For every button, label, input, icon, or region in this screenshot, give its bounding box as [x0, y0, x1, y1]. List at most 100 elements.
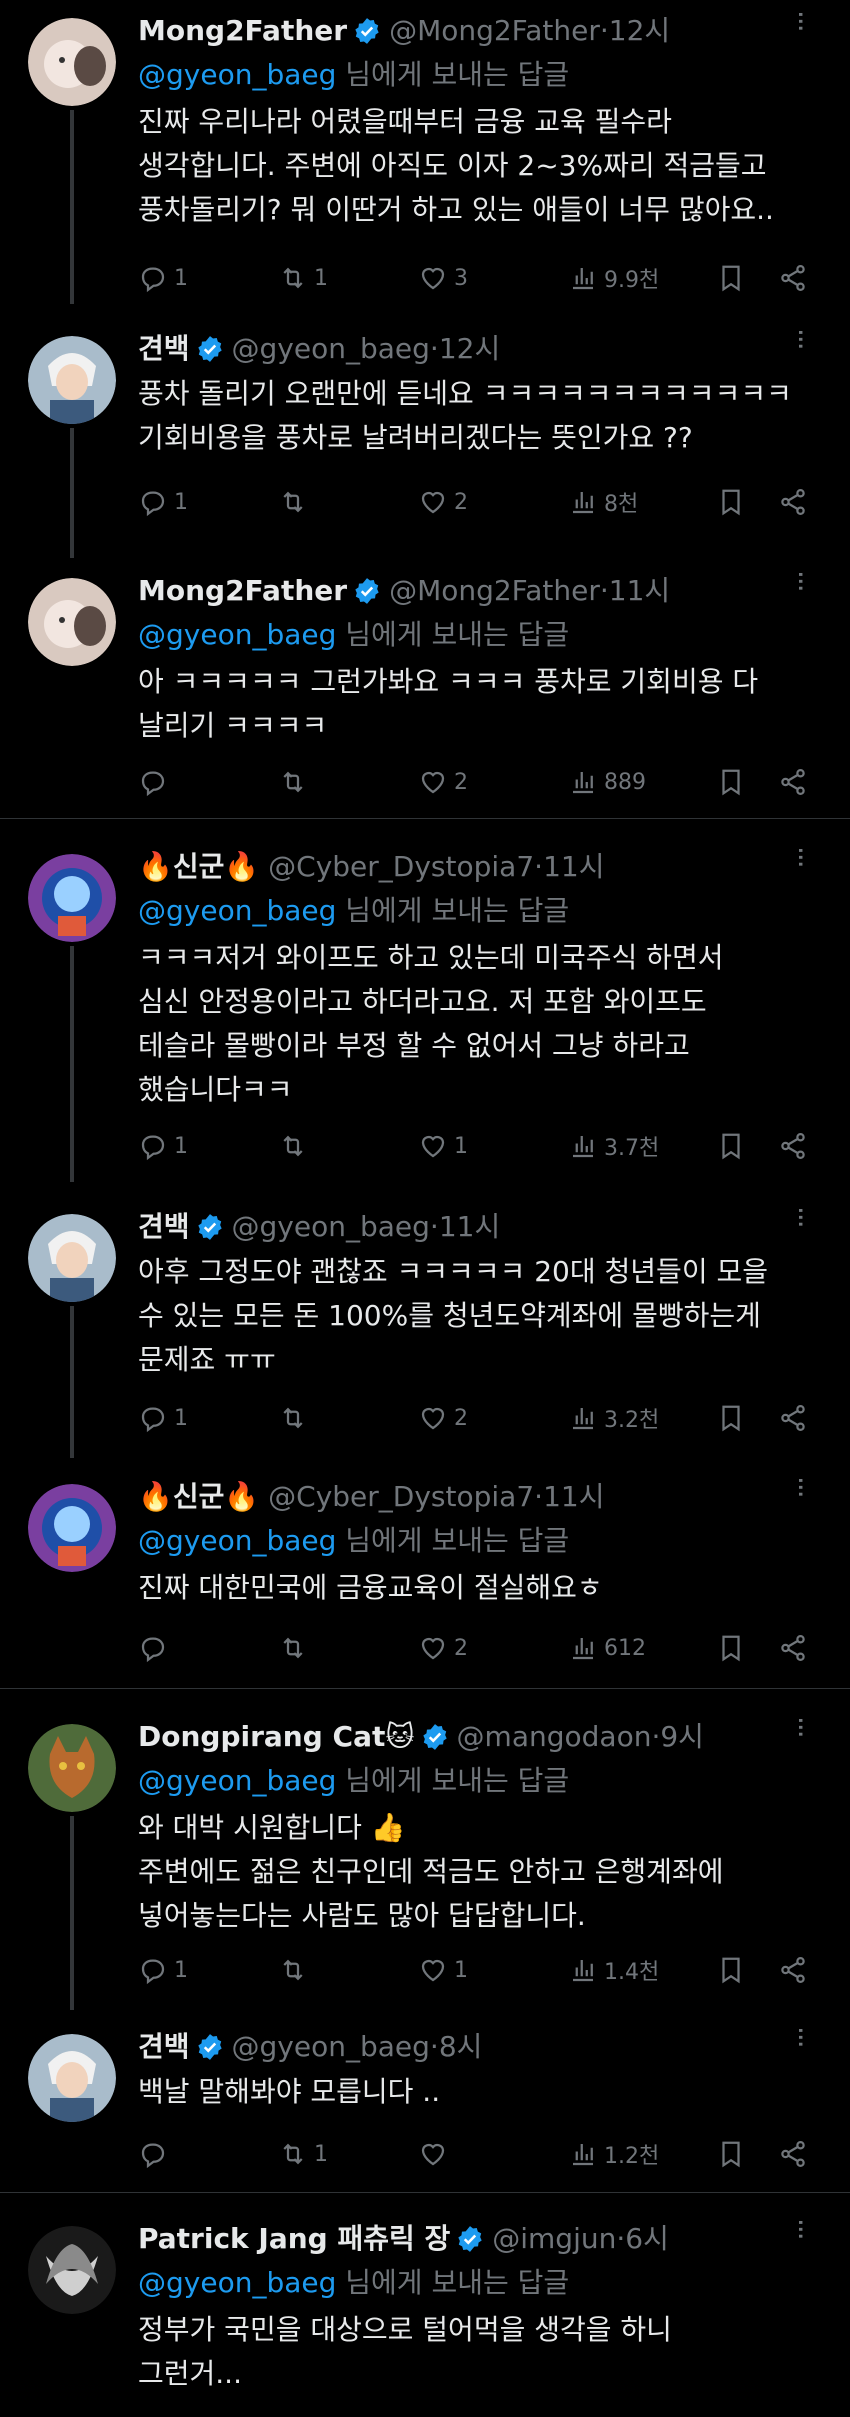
more-icon[interactable]: ··· — [784, 328, 817, 349]
mention-link[interactable]: @gyeon_baeg — [138, 1524, 336, 1557]
avatar[interactable] — [28, 2226, 116, 2314]
timestamp[interactable]: 11시 — [609, 574, 670, 607]
share-button[interactable] — [778, 482, 808, 522]
display-name[interactable]: 🔥신군🔥 — [138, 850, 259, 883]
mention-link[interactable]: @gyeon_baeg — [138, 618, 336, 651]
retweet-button[interactable]: 1 — [278, 2134, 328, 2174]
retweet-button[interactable] — [278, 762, 314, 802]
tweet[interactable]: Patrick Jang 패츄릭 장 @imgjun·6시 ··· @gyeon_… — [0, 2208, 850, 2417]
avatar[interactable] — [28, 18, 116, 106]
timestamp[interactable]: 12시 — [609, 14, 670, 47]
reply-button[interactable]: 1 — [138, 1950, 188, 1990]
bookmark-button[interactable] — [716, 762, 746, 802]
like-button[interactable] — [418, 2134, 454, 2174]
avatar[interactable] — [28, 1484, 116, 1572]
share-button[interactable] — [778, 1398, 808, 1438]
tweet[interactable]: Dongpirang Cat🐱 @mangodaon·9시 ··· @gyeon_… — [0, 1706, 850, 1994]
display-name[interactable]: Dongpirang Cat🐱 — [138, 1720, 415, 1753]
bookmark-button[interactable] — [716, 482, 746, 522]
tweet[interactable]: 🔥신군🔥 @Cyber_Dystopia7·11시 ··· @gyeon_bae… — [0, 836, 850, 1166]
display-name[interactable]: 견백 — [138, 332, 190, 365]
timestamp[interactable]: 11시 — [543, 1480, 604, 1513]
more-icon[interactable]: ··· — [784, 1206, 817, 1227]
handle[interactable]: @gyeon_baeg — [232, 2030, 430, 2063]
reply-button[interactable]: 1 — [138, 1126, 188, 1166]
handle[interactable]: @mangodaon — [457, 1720, 652, 1753]
more-icon[interactable]: ··· — [784, 2026, 817, 2047]
tweet[interactable]: 🔥신군🔥 @Cyber_Dystopia7·11시 ··· @gyeon_bae… — [0, 1442, 850, 1684]
display-name[interactable]: Mong2Father — [138, 574, 347, 607]
handle[interactable]: @gyeon_baeg — [232, 1210, 430, 1243]
like-button[interactable]: 2 — [418, 482, 468, 522]
mention-link[interactable]: @gyeon_baeg — [138, 1764, 336, 1797]
share-button[interactable] — [778, 1628, 808, 1668]
more-icon[interactable]: ··· — [784, 846, 817, 867]
timestamp[interactable]: 9시 — [660, 1720, 704, 1753]
views-button[interactable]: 889 — [568, 762, 646, 802]
bookmark-button[interactable] — [716, 1398, 746, 1438]
avatar[interactable] — [28, 578, 116, 666]
like-button[interactable]: 2 — [418, 1398, 468, 1438]
share-button[interactable] — [778, 1126, 808, 1166]
views-button[interactable]: 8천 — [568, 482, 638, 522]
retweet-button[interactable] — [278, 1628, 314, 1668]
share-button[interactable] — [778, 2134, 808, 2174]
display-name[interactable]: Patrick Jang 패츄릭 장 — [138, 2222, 450, 2255]
handle[interactable]: @imgjun — [492, 2222, 616, 2255]
reply-button[interactable] — [138, 1628, 174, 1668]
tweet[interactable]: 견백 @gyeon_baeg·12시 ··· 풍차 돌리기 오랜만에 듣네요 ㅋㅋ… — [0, 286, 850, 542]
bookmark-button[interactable] — [716, 2134, 746, 2174]
more-icon[interactable]: ··· — [784, 1476, 817, 1497]
mention-link[interactable]: @gyeon_baeg — [138, 894, 336, 927]
avatar[interactable] — [28, 336, 116, 424]
share-button[interactable] — [778, 1950, 808, 1990]
avatar[interactable] — [28, 2034, 116, 2122]
display-name[interactable]: Mong2Father — [138, 14, 347, 47]
handle[interactable]: @gyeon_baeg — [232, 332, 430, 365]
more-icon[interactable]: ··· — [784, 10, 817, 31]
bookmark-button[interactable] — [716, 1628, 746, 1668]
display-name[interactable]: 견백 — [138, 1210, 190, 1243]
views-button[interactable]: 3.2천 — [568, 1398, 659, 1438]
reply-button[interactable]: 1 — [138, 482, 188, 522]
like-button[interactable]: 1 — [418, 1126, 468, 1166]
timestamp[interactable]: 8시 — [439, 2030, 483, 2063]
tweet[interactable]: 견백 @gyeon_baeg·8시 ··· 백날 말해봐야 모릅니다 .. 1 1… — [0, 1994, 850, 2188]
share-button[interactable] — [778, 762, 808, 802]
handle[interactable]: @Cyber_Dystopia7 — [268, 850, 534, 883]
timestamp[interactable]: 6시 — [625, 2222, 669, 2255]
retweet-button[interactable] — [278, 1126, 314, 1166]
tweet[interactable]: Mong2Father @Mong2Father·11시 ··· @gyeon_b… — [0, 542, 850, 820]
display-name[interactable]: 견백 — [138, 2030, 190, 2063]
more-icon[interactable]: ··· — [784, 570, 817, 591]
display-name[interactable]: 🔥신군🔥 — [138, 1480, 259, 1513]
timestamp[interactable]: 11시 — [543, 850, 604, 883]
like-button[interactable]: 1 — [418, 1950, 468, 1990]
handle[interactable]: @Cyber_Dystopia7 — [268, 1480, 534, 1513]
timestamp[interactable]: 11시 — [439, 1210, 500, 1243]
views-button[interactable]: 1.2천 — [568, 2134, 659, 2174]
retweet-button[interactable] — [278, 1398, 314, 1438]
bookmark-button[interactable] — [716, 258, 746, 298]
avatar[interactable] — [28, 1214, 116, 1302]
views-button[interactable]: 9.9천 — [568, 258, 659, 298]
reply-button[interactable]: 1 — [138, 1398, 188, 1438]
tweet[interactable]: Mong2Father @Mong2Father·12시 ··· @gyeon_b… — [0, 0, 850, 293]
like-button[interactable]: 3 — [418, 258, 468, 298]
views-button[interactable]: 612 — [568, 1628, 646, 1668]
handle[interactable]: @Mong2Father — [389, 14, 600, 47]
bookmark-button[interactable] — [716, 1950, 746, 1990]
more-icon[interactable]: ··· — [784, 1716, 817, 1737]
avatar[interactable] — [28, 1724, 116, 1812]
reply-button[interactable]: 1 — [138, 258, 188, 298]
timestamp[interactable]: 12시 — [439, 332, 500, 365]
retweet-button[interactable] — [278, 482, 314, 522]
more-icon[interactable]: ··· — [784, 2218, 817, 2239]
retweet-button[interactable] — [278, 1950, 314, 1990]
handle[interactable]: @Mong2Father — [389, 574, 600, 607]
tweet[interactable]: 견백 @gyeon_baeg·11시 ··· 아후 그정도야 괜찮죠 ㅋㅋㅋㅋㅋ … — [0, 1166, 850, 1442]
views-button[interactable]: 3.7천 — [568, 1126, 659, 1166]
share-button[interactable] — [778, 258, 808, 298]
views-button[interactable]: 1.4천 — [568, 1950, 659, 1990]
avatar[interactable] — [28, 854, 116, 942]
